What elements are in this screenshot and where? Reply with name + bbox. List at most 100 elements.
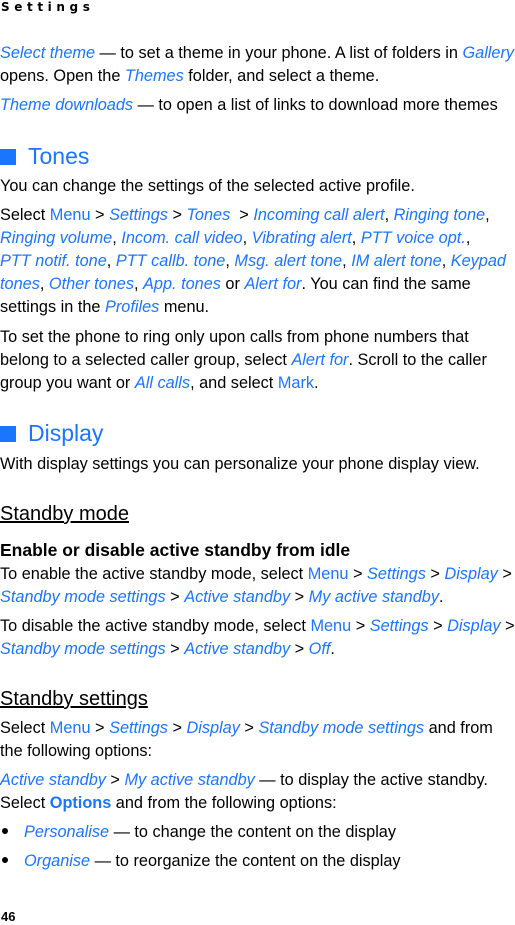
text: and from the following options: xyxy=(111,794,337,812)
my-active-standby-link[interactable]: My active standby xyxy=(124,771,254,789)
alert-for-link[interactable]: Alert for xyxy=(291,351,348,369)
standby-mode-settings-link[interactable]: Standby mode settings xyxy=(258,719,424,737)
tones-path-line-2: Ringing volume, Incom. call video, Vibra… xyxy=(0,229,471,247)
option-ptt-callb-tone[interactable]: PTT callb. tone xyxy=(116,252,226,270)
all-calls-link[interactable]: All calls xyxy=(135,374,190,392)
standby-mode-settings-link[interactable]: Standby mode settings xyxy=(0,640,166,658)
text: opens. Open the xyxy=(0,67,125,85)
theme-downloads-line: Theme downloads — to open a list of link… xyxy=(0,94,515,117)
bullet-icon xyxy=(2,857,8,863)
mark-key[interactable]: Mark xyxy=(278,374,314,392)
text: . xyxy=(314,374,319,392)
option-im-alert-tone[interactable]: IM alert tone xyxy=(351,252,442,270)
text: belong to a selected caller group, selec… xyxy=(0,351,292,369)
settings-link[interactable]: Settings xyxy=(109,719,168,737)
organise-link[interactable]: Organise xyxy=(24,852,90,870)
option-ringing-tone[interactable]: Ringing tone xyxy=(394,206,485,224)
option-ringing-volume[interactable]: Ringing volume xyxy=(0,229,112,247)
sep: > xyxy=(167,206,187,224)
standby-settings-line-2: the following options: xyxy=(0,742,153,760)
heading-text: Tones xyxy=(28,143,90,169)
standby-mode-settings-link[interactable]: Standby mode settings xyxy=(0,588,166,606)
themes-folder-link[interactable]: Themes xyxy=(125,67,184,85)
bullet-icon xyxy=(2,828,8,834)
text: Select xyxy=(0,206,50,224)
enable-line-1: To enable the active standby mode, selec… xyxy=(0,565,512,583)
standby-mode-heading: Standby mode xyxy=(0,503,129,525)
standby-settings-heading: Standby settings xyxy=(0,688,148,710)
text: — to display the active standby. xyxy=(254,771,488,789)
menu-key[interactable]: Menu xyxy=(310,617,351,635)
text: and from xyxy=(424,719,493,737)
display-link[interactable]: Display xyxy=(447,617,500,635)
text: Select xyxy=(0,719,50,737)
tones-path-line-5: settings in the Profiles menu. xyxy=(0,296,515,319)
settings-link[interactable]: Settings xyxy=(109,206,168,224)
text: folder, and select a theme. xyxy=(183,67,380,85)
my-active-standby-link[interactable]: My active standby xyxy=(309,588,439,606)
text: To enable the active standby mode, selec… xyxy=(0,565,308,583)
ring-line-2: belong to a selected caller group, selec… xyxy=(0,349,515,372)
text: . Scroll to the caller xyxy=(348,351,487,369)
text: To disable the active standby mode, sele… xyxy=(0,617,311,635)
theme-downloads-link[interactable]: Theme downloads xyxy=(0,96,133,114)
text: . You can find the same xyxy=(301,275,471,293)
option-keypad-tones-b[interactable]: tones xyxy=(0,275,40,293)
display-link[interactable]: Display xyxy=(186,719,239,737)
ring-line-3: group you want or All calls, and select … xyxy=(0,372,515,395)
option-ptt-voice-opt[interactable]: PTT voice opt. xyxy=(361,229,466,247)
menu-key[interactable]: Menu xyxy=(50,206,91,224)
tones-heading: Tones xyxy=(0,142,89,170)
off-link[interactable]: Off xyxy=(309,640,331,658)
text: group you want or xyxy=(0,374,135,392)
enable-line-2: Standby mode settings > Active standby >… xyxy=(0,588,444,606)
tones-intro: You can change the settings of the selec… xyxy=(0,177,415,195)
text: — to open a list of links to download mo… xyxy=(133,96,498,114)
active-standby-link[interactable]: Active standby xyxy=(184,588,290,606)
text: , and select xyxy=(190,374,278,392)
menu-key[interactable]: Menu xyxy=(308,565,349,583)
settings-link[interactable]: Settings xyxy=(370,617,429,635)
text: Select xyxy=(0,794,50,812)
section-square-icon xyxy=(0,149,16,165)
option-ptt-notif-tone[interactable]: PTT notif. tone xyxy=(0,252,107,270)
display-link[interactable]: Display xyxy=(444,565,497,583)
option-other-tones[interactable]: Other tones xyxy=(49,275,134,293)
active-standby-link[interactable]: Active standby xyxy=(184,640,290,658)
tones-link[interactable]: Tones xyxy=(186,206,230,224)
option-app-tones[interactable]: App. tones xyxy=(143,275,221,293)
select-theme-line-2: opens. Open the Themes folder, and selec… xyxy=(0,65,515,88)
active-standby-link[interactable]: Active standby xyxy=(0,771,106,789)
personalise-link[interactable]: Personalise xyxy=(24,823,109,841)
list-item: Organise — to reorganize the content on … xyxy=(0,850,401,873)
text: settings in the xyxy=(0,298,105,316)
option-incom-call-video[interactable]: Incom. call video xyxy=(121,229,242,247)
tones-path-line-4: tones, Other tones, App. tones or Alert … xyxy=(0,275,471,293)
option-alert-for[interactable]: Alert for xyxy=(244,275,301,293)
text: — to change the content on the display xyxy=(109,823,397,841)
text: or xyxy=(220,275,245,293)
select-theme-line-1: Select theme — to set a theme in your ph… xyxy=(0,42,515,65)
list-item: Personalise — to change the content on t… xyxy=(0,821,396,844)
standby-settings-line-1: Select Menu > Settings > Display > Stand… xyxy=(0,719,493,737)
page-header: Settings xyxy=(1,0,95,14)
select-options-line: Select Options and from the following op… xyxy=(0,792,515,815)
sep: > xyxy=(90,206,110,224)
profiles-link[interactable]: Profiles xyxy=(105,298,159,316)
display-intro: With display settings you can personaliz… xyxy=(0,455,480,473)
text: menu. xyxy=(159,298,210,316)
sep: > xyxy=(234,206,254,224)
menu-key[interactable]: Menu xyxy=(50,719,91,737)
active-standby-line: Active standby > My active standby — to … xyxy=(0,771,488,789)
select-theme-link[interactable]: Select theme xyxy=(0,44,95,62)
text: — to reorganize the content on the displ… xyxy=(90,852,401,870)
settings-link[interactable]: Settings xyxy=(367,565,426,583)
option-msg-alert-tone[interactable]: Msg. alert tone xyxy=(234,252,342,270)
gallery-link[interactable]: Gallery xyxy=(462,44,514,62)
options-key[interactable]: Options xyxy=(50,794,112,812)
option-incoming-call-alert[interactable]: Incoming call alert xyxy=(253,206,384,224)
option-keypad-tones-a[interactable]: Keypad xyxy=(451,252,506,270)
page-number: 46 xyxy=(1,909,16,924)
option-vibrating-alert[interactable]: Vibrating alert xyxy=(252,229,352,247)
text: — to set a theme in your phone. A list o… xyxy=(95,44,463,62)
